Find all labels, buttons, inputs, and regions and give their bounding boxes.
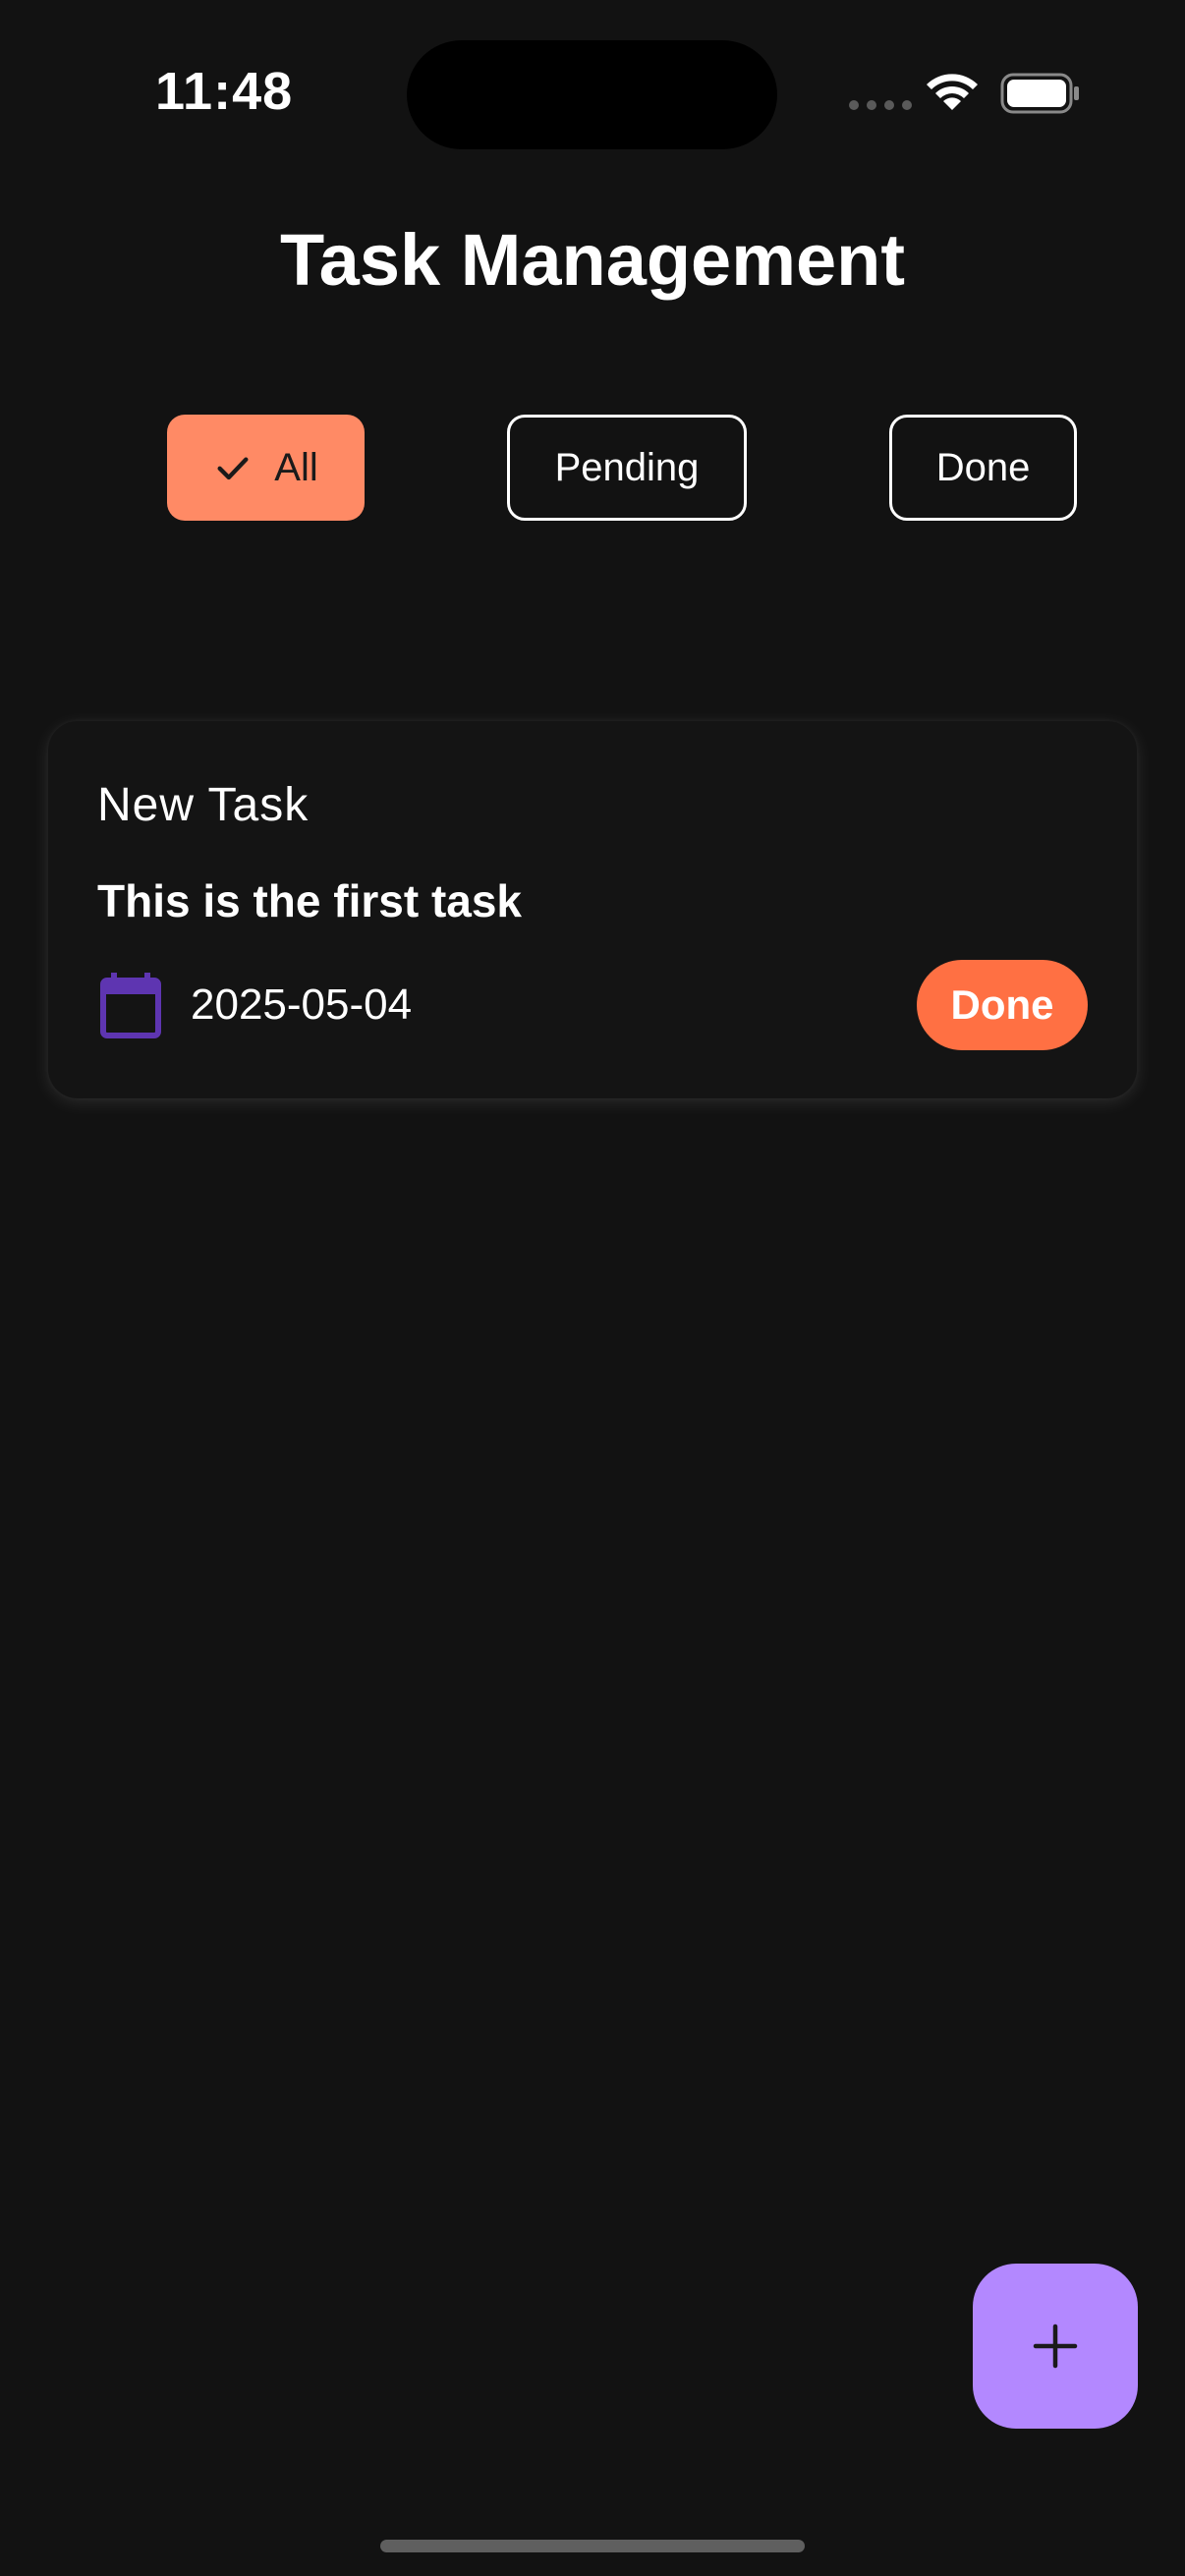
battery-icon xyxy=(1000,73,1079,114)
filter-chip-all[interactable]: All xyxy=(167,415,365,521)
task-date: 2025-05-04 xyxy=(191,980,413,1029)
calendar-icon xyxy=(100,973,161,1038)
home-indicator[interactable] xyxy=(380,2540,805,2552)
filter-chip-done-label: Done xyxy=(935,445,1031,489)
add-task-button[interactable] xyxy=(973,2264,1138,2429)
wifi-icon xyxy=(927,74,978,110)
status-time: 11:48 xyxy=(155,62,294,121)
task-card[interactable]: New Task This is the first task 2025-05-… xyxy=(48,721,1137,1098)
filter-chip-all-label: All xyxy=(274,445,318,489)
dynamic-island xyxy=(407,40,777,149)
plus-icon xyxy=(1033,2324,1078,2369)
filter-chip-pending[interactable]: Pending xyxy=(507,415,747,521)
signal-dots-icon xyxy=(849,100,912,110)
check-icon xyxy=(217,457,249,480)
filter-chip-pending-label: Pending xyxy=(554,445,700,489)
task-description: This is the first task xyxy=(97,875,523,926)
task-title: New Task xyxy=(97,779,310,831)
mark-done-button[interactable]: Done xyxy=(917,960,1088,1050)
page-title: Task Management xyxy=(279,219,906,301)
filter-chip-done[interactable]: Done xyxy=(889,415,1077,521)
